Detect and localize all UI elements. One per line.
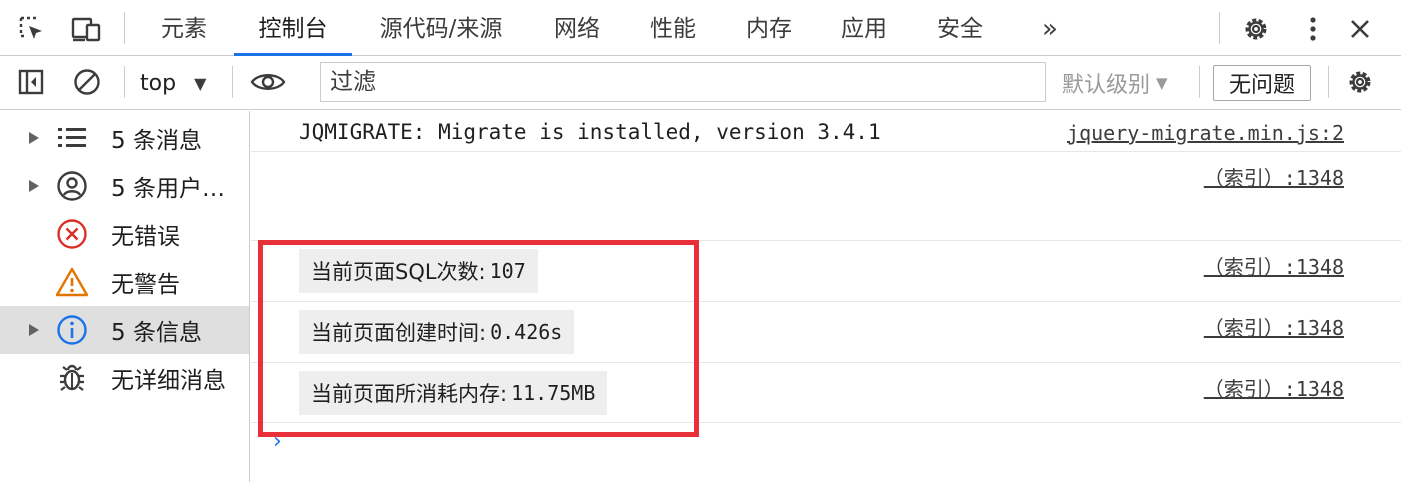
list-icon <box>54 120 90 156</box>
message-label: 当前页面SQL次数: <box>311 260 486 284</box>
filter-input-wrapper <box>320 62 1046 102</box>
console-message-row: JQMIGRATE: Migrate is installed, version… <box>251 111 1401 152</box>
source-link[interactable]: （索引）:1348 <box>1204 312 1344 341</box>
source-link[interactable]: （索引）:1348 <box>1204 162 1344 191</box>
devtools-tab-bar: 元素 控制台 源代码/来源 网络 性能 内存 应用 安全 » <box>0 0 1401 56</box>
console-message-row: 当前页面所消耗内存: 11.75MB （索引）:1348 <box>251 363 1401 423</box>
tab-network[interactable]: 网络 <box>553 0 601 56</box>
bug-icon <box>54 360 90 396</box>
more-tabs-icon[interactable]: » <box>1034 0 1066 56</box>
log-levels-label: 默认级别 <box>1062 73 1151 98</box>
tab-elements[interactable]: 元素 <box>160 0 208 56</box>
message-label: 当前页面所消耗内存: <box>311 382 508 406</box>
inspect-element-icon[interactable] <box>14 11 50 47</box>
source-link[interactable]: （索引）:1348 <box>1204 373 1344 402</box>
source-link[interactable]: jquery-migrate.min.js:2 <box>1067 121 1344 145</box>
sidebar-item-label: 无警告 <box>111 272 180 298</box>
message-text: JQMIGRATE: Migrate is installed, version… <box>299 120 881 144</box>
user-circle-icon <box>54 168 90 204</box>
sidebar-toggle-icon[interactable] <box>13 64 49 100</box>
console-message-row: 当前页面SQL次数: 107 （索引）:1348 <box>251 241 1401 302</box>
tab-memory[interactable]: 内存 <box>745 0 793 56</box>
tab-application[interactable]: 应用 <box>840 0 888 56</box>
source-link[interactable]: （索引）:1348 <box>1204 251 1344 280</box>
context-selector[interactable]: top ▼ <box>140 66 206 100</box>
live-expression-eye-icon[interactable] <box>250 64 286 100</box>
device-toolbar-icon[interactable] <box>69 11 105 47</box>
expand-arrow-icon[interactable] <box>28 131 40 145</box>
console-message-row: 当前页面创建时间: 0.426s （索引）:1348 <box>251 302 1401 363</box>
sidebar-item-label: 无错误 <box>111 224 180 250</box>
divider <box>1328 66 1329 98</box>
sidebar-item-messages[interactable]: 5 条消息 <box>0 114 249 162</box>
divider <box>232 66 233 98</box>
more-vertical-icon[interactable] <box>1295 11 1331 47</box>
styled-log-message: 当前页面所消耗内存: 11.75MB <box>299 371 608 415</box>
info-icon <box>54 312 90 348</box>
tab-performance[interactable]: 性能 <box>649 0 697 56</box>
styled-log-message: 当前页面创建时间: 0.426s <box>299 310 575 354</box>
sidebar-item-errors[interactable]: 无错误 <box>0 210 249 258</box>
console-message-row: （索引）:1348 <box>251 152 1401 241</box>
console-toolbar: top ▼ 默认级别 ▼ 无问题 <box>0 56 1401 110</box>
clear-console-icon[interactable] <box>69 64 105 100</box>
divider <box>124 66 125 98</box>
message-value: 11.75MB <box>511 381 596 405</box>
styled-log-message: 当前页面SQL次数: 107 <box>299 249 538 293</box>
log-levels-dropdown[interactable]: 默认级别 ▼ <box>1062 66 1168 100</box>
message-value: 107 <box>489 259 526 283</box>
filter-input[interactable] <box>321 63 1045 101</box>
sidebar-item-label: 无详细消息 <box>111 368 226 394</box>
sidebar-item-info[interactable]: 5 条信息 <box>0 306 249 354</box>
divider <box>1219 12 1220 44</box>
divider <box>124 12 125 44</box>
divider <box>1199 66 1200 98</box>
console-sidebar: 5 条消息 5 条用户消息 无错误 无警告 5 条信息 无详细消息 <box>0 111 250 482</box>
settings-gear-icon[interactable] <box>1238 11 1274 47</box>
sidebar-item-user-messages[interactable]: 5 条用户消息 <box>0 162 249 210</box>
sidebar-item-label: 5 条用户消息 <box>111 176 247 202</box>
console-prompt-icon[interactable]: › <box>273 429 282 454</box>
console-messages: JQMIGRATE: Migrate is installed, version… <box>251 111 1401 482</box>
console-settings-gear-icon[interactable] <box>1342 64 1378 100</box>
message-label: 当前页面创建时间: <box>311 321 487 345</box>
message-value: 0.426s <box>490 320 563 344</box>
sidebar-item-label: 5 条消息 <box>111 128 202 154</box>
tab-sources[interactable]: 源代码/来源 <box>376 0 506 56</box>
sidebar-item-label: 5 条信息 <box>111 320 202 346</box>
warning-icon <box>54 264 90 300</box>
dropdown-caret-icon: ▼ <box>1156 74 1168 92</box>
sidebar-item-warnings[interactable]: 无警告 <box>0 258 249 306</box>
issues-button[interactable]: 无问题 <box>1213 65 1311 101</box>
tab-console[interactable]: 控制台 <box>234 0 352 56</box>
context-label: top <box>140 70 177 96</box>
tab-security[interactable]: 安全 <box>936 0 984 56</box>
close-icon[interactable] <box>1342 11 1378 47</box>
error-icon <box>54 216 90 252</box>
dropdown-caret-icon: ▼ <box>194 73 207 93</box>
expand-arrow-icon[interactable] <box>28 323 40 337</box>
expand-arrow-icon[interactable] <box>28 179 40 193</box>
sidebar-item-verbose[interactable]: 无详细消息 <box>0 354 249 402</box>
